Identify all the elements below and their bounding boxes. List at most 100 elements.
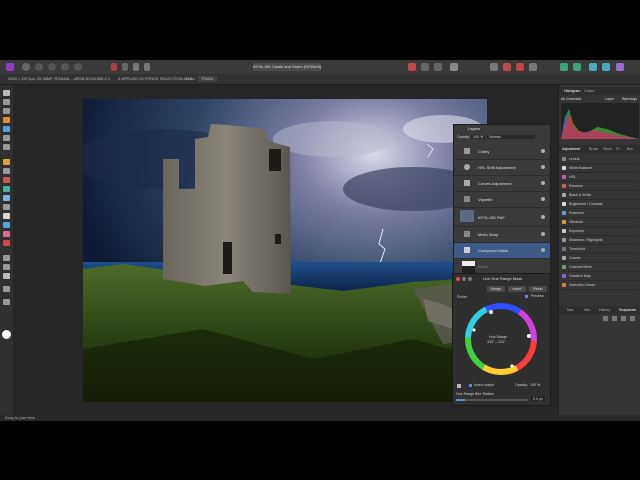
adj-recolour[interactable]: Recolour <box>561 182 639 191</box>
paint-brush-icon[interactable] <box>3 159 10 165</box>
colour-swatch-icon[interactable] <box>2 330 11 339</box>
hue-wheel[interactable] <box>462 300 540 378</box>
adj-hsl[interactable]: HSL <box>561 173 639 182</box>
studio-teal-icon[interactable] <box>573 63 581 71</box>
view-tool-icon[interactable] <box>3 99 10 105</box>
adj-black-white[interactable]: Black & White <box>561 191 639 200</box>
text-tool-icon[interactable] <box>3 273 10 279</box>
quick-mask-icon[interactable] <box>133 63 139 71</box>
shape-tool-icon[interactable] <box>3 264 10 270</box>
warnings-button[interactable]: Warnings <box>622 97 637 101</box>
tab-fx[interactable]: Fx <box>616 145 620 153</box>
opacity-value[interactable]: 100 % <box>471 135 486 139</box>
studio-green-icon[interactable] <box>560 63 568 71</box>
tab-brush[interactable]: Brush <box>589 145 598 153</box>
tab-nav[interactable]: Nav <box>567 306 573 314</box>
studio-blue-icon[interactable] <box>589 63 597 71</box>
persona-tonemap-icon[interactable] <box>61 63 69 71</box>
persona-export-icon[interactable] <box>74 63 82 71</box>
snapshot-add-icon[interactable] <box>603 316 608 321</box>
red-eye-icon[interactable] <box>3 240 10 246</box>
persona-photo-icon[interactable] <box>22 63 30 71</box>
visibility-dot[interactable] <box>541 149 545 153</box>
adj-threshold[interactable]: Threshold <box>561 245 639 254</box>
eyedropper-icon[interactable] <box>3 299 10 305</box>
snapshot-delete-icon[interactable] <box>621 316 626 321</box>
clone-brush-icon[interactable] <box>3 204 10 210</box>
blur-brush-icon[interactable] <box>3 222 10 228</box>
marquee-tool-icon[interactable] <box>3 135 10 141</box>
assistant-icon[interactable] <box>450 63 458 71</box>
dodge-brush-icon[interactable] <box>3 213 10 219</box>
tab-adjustment[interactable]: Adjustment <box>562 145 580 153</box>
tab-info[interactable]: Info <box>584 306 590 314</box>
context-dropdown[interactable]: Pixelo <box>198 76 217 82</box>
tab-snapshots[interactable]: Snapshots <box>619 306 636 314</box>
dialog-zoom-icon[interactable] <box>468 277 472 281</box>
split-view-icon[interactable] <box>144 63 150 71</box>
view-mode-icon[interactable] <box>111 63 117 71</box>
layer-row-vignette[interactable]: Vignette <box>454 192 550 208</box>
affinity-logo-icon[interactable] <box>6 63 14 71</box>
crop-tool-icon[interactable] <box>3 108 10 114</box>
snapshot-menu-icon[interactable] <box>630 316 635 321</box>
selection-xor-icon[interactable] <box>529 63 537 71</box>
tab-history[interactable]: History <box>599 306 610 314</box>
layer-row-clarity[interactable]: Clarity <box>454 144 550 160</box>
arrange-icon[interactable] <box>421 63 429 71</box>
mode-picker[interactable]: Picker <box>457 295 467 299</box>
layer-row-curves[interactable]: Curves Adjustment <box>454 176 550 192</box>
opacity-field[interactable]: 100 % <box>530 383 540 387</box>
gradient-tool-icon[interactable] <box>3 195 10 201</box>
adj-selective-colour[interactable]: Selective Colour <box>561 281 639 290</box>
selection-intersect-icon[interactable] <box>516 63 524 71</box>
erase-brush-icon[interactable] <box>3 177 10 183</box>
selection-add-icon[interactable] <box>490 63 498 71</box>
layer-row-photo[interactable]: #STA-180 RAF <box>454 208 550 227</box>
adj-exposure[interactable]: Exposure <box>561 227 639 236</box>
adj-shadows-highlights[interactable]: Shadows / Highlights <box>561 236 639 245</box>
tab-stock[interactable]: Stock <box>603 145 612 153</box>
pixel-tool-icon[interactable] <box>3 168 10 174</box>
adj-posterise[interactable]: Posterise <box>561 209 639 218</box>
studio-purple-icon[interactable] <box>616 63 624 71</box>
adj-vibrance[interactable]: Vibrance <box>561 218 639 227</box>
mask-mode-icon[interactable] <box>122 63 128 71</box>
visibility-dot[interactable] <box>541 232 545 236</box>
adj-levels[interactable]: Levels <box>561 155 639 164</box>
snap-icon[interactable] <box>408 63 416 71</box>
tab-histogram[interactable]: Histogram <box>564 87 580 95</box>
adj-gradient-map[interactable]: Gradient Map <box>561 272 639 281</box>
castle-storm-photo[interactable] <box>83 99 487 402</box>
tab-bra[interactable]: Bra <box>627 145 633 153</box>
visibility-dot[interactable] <box>541 181 545 185</box>
preview-checkbox[interactable] <box>525 295 528 298</box>
blur-radius-value[interactable]: 0.0 px <box>531 397 545 401</box>
adj-brightness-contrast[interactable]: Brightness / Contrast <box>561 200 639 209</box>
invert-button[interactable]: Invert <box>508 286 526 292</box>
dialog-close-icon[interactable] <box>456 277 460 281</box>
selection-brush-icon[interactable] <box>3 117 10 123</box>
freehand-select-icon[interactable] <box>3 144 10 150</box>
pen-tool-icon[interactable] <box>3 255 10 261</box>
layer-row-hsl[interactable]: HSL Shift Adjustment <box>454 160 550 176</box>
blend-mode-select[interactable]: Normal <box>487 135 535 139</box>
dialog-minimize-icon[interactable] <box>462 277 466 281</box>
snapshot-restore-icon[interactable] <box>612 316 617 321</box>
visibility-dot[interactable] <box>541 197 545 201</box>
layer-row-mesh-warp[interactable]: Mesh Warp <box>454 227 550 243</box>
channel-select[interactable]: All Channels <box>561 97 581 101</box>
flood-select-icon[interactable] <box>3 126 10 132</box>
merge-button[interactable]: Merge <box>487 286 505 292</box>
adj-curves[interactable]: Curves <box>561 254 639 263</box>
align-icon[interactable] <box>434 63 442 71</box>
persona-liquify-icon[interactable] <box>35 63 43 71</box>
studio-cyan-icon[interactable] <box>602 63 610 71</box>
visibility-dot[interactable] <box>541 215 545 219</box>
tab-colour[interactable]: Colour <box>584 87 595 95</box>
selection-subtract-icon[interactable] <box>503 63 511 71</box>
zoom-tool-icon[interactable] <box>3 286 10 292</box>
invert-output-checkbox[interactable] <box>469 384 472 387</box>
persona-develop-icon[interactable] <box>48 63 56 71</box>
blur-radius-track[interactable] <box>456 399 528 401</box>
